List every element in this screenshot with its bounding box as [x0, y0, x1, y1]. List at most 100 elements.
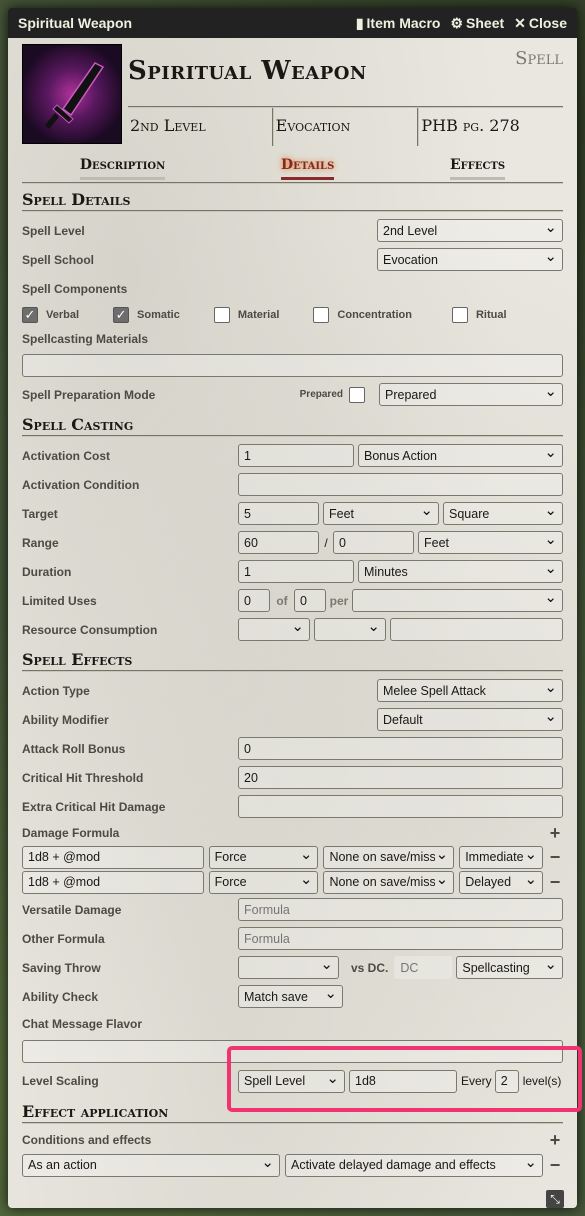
condition-action-select[interactable]: Activate delayed damage and effects	[285, 1153, 543, 1177]
spell-portrait[interactable]	[22, 44, 122, 144]
damage-formula-label: Damage Formula	[22, 826, 120, 840]
spell-level-label: Spell Level	[22, 223, 85, 238]
level-scaling-label: Level Scaling	[22, 1074, 99, 1088]
versatile-input[interactable]	[238, 898, 563, 921]
spell-summary: 2nd Level Evocation PHB pg. 278	[128, 106, 563, 146]
extra-crit-label: Extra Critical Hit Damage	[22, 799, 166, 814]
header-info: Spiritual Weapon Spell 2nd Level Evocati…	[122, 44, 563, 146]
damage-formula-input[interactable]	[22, 845, 204, 869]
file-icon: ▮	[355, 14, 364, 31]
resource-type-select[interactable]	[238, 618, 310, 641]
activation-type-select[interactable]: Bonus Action	[358, 444, 563, 467]
scaling-levels-label: level(s)	[522, 1074, 562, 1088]
action-type-select[interactable]: Melee Spell Attack	[377, 679, 563, 702]
flavor-input[interactable]	[22, 1040, 563, 1063]
row-action-type: Action Type Melee Spell Attack	[22, 676, 563, 705]
activation-condition-label: Activation Condition	[22, 477, 140, 492]
ability-modifier-select[interactable]: Default	[377, 708, 563, 731]
dc-input[interactable]	[394, 956, 453, 979]
target-units-select-wrap: Feet	[323, 501, 439, 525]
spell-school-select[interactable]: Evocation	[377, 248, 563, 271]
row-target: Target Feet Square	[22, 499, 563, 528]
condition-trigger-select[interactable]: As an action	[22, 1153, 280, 1177]
ability-check-select[interactable]: Match save	[238, 985, 343, 1008]
resource-target-select[interactable]	[314, 618, 386, 641]
add-damage-icon[interactable]: +	[547, 823, 563, 844]
tab-details[interactable]: Details	[280, 153, 335, 180]
summary-source[interactable]: PHB pg. 278	[417, 108, 563, 146]
spell-name[interactable]: Spiritual Weapon	[128, 56, 563, 86]
tab-effects[interactable]: Effects	[450, 153, 506, 180]
duration-value-input[interactable]	[238, 560, 354, 583]
resource-target-select-wrap	[314, 617, 386, 641]
damage-type-select[interactable]: Force	[208, 845, 319, 869]
resource-amount-input[interactable]	[390, 618, 563, 641]
target-type-select[interactable]: Square	[443, 502, 563, 525]
dc-mode-select[interactable]: Spellcasting	[456, 956, 563, 979]
damage-formula-input[interactable]	[22, 870, 204, 894]
row-crit-threshold: Critical Hit Threshold	[22, 763, 563, 792]
prepared-checkbox[interactable]	[349, 386, 365, 403]
damage-save-select[interactable]: None on save/miss	[323, 845, 455, 869]
activation-condition-input[interactable]	[238, 473, 563, 496]
row-level-scaling: Level Scaling Spell Level Every level(s)	[22, 1066, 563, 1096]
damage-type-select[interactable]: Force	[208, 870, 319, 894]
item-macro-button[interactable]: ▮ Item Macro	[356, 15, 441, 32]
remove-damage-icon[interactable]: −	[547, 847, 563, 868]
materials-label: Spellcasting Materials	[22, 332, 149, 346]
verbal-checkbox[interactable]: ✓ Verbal	[22, 307, 79, 323]
row-range: Range / Feet	[22, 528, 563, 557]
range-value-input[interactable]	[238, 531, 319, 554]
material-label: Material	[237, 309, 280, 321]
gear-icon: ⚙	[450, 14, 464, 31]
damage-save-select[interactable]: None on save/miss	[323, 870, 455, 894]
concentration-checkbox[interactable]: Concentration	[313, 307, 412, 323]
tab-description[interactable]: Description	[79, 153, 166, 180]
target-value-input[interactable]	[238, 502, 319, 525]
spell-level-select[interactable]: 2nd Level	[377, 219, 563, 242]
saving-throw-label: Saving Throw	[22, 960, 101, 975]
close-button[interactable]: ✕ Close	[514, 15, 567, 32]
materials-input[interactable]	[22, 354, 563, 377]
row-versatile: Versatile Damage	[22, 895, 563, 924]
range-units-select[interactable]: Feet	[418, 531, 563, 554]
uses-max-input[interactable]	[294, 589, 326, 612]
other-formula-input[interactable]	[238, 927, 563, 950]
scaling-step-input[interactable]	[494, 1069, 519, 1093]
crit-threshold-input[interactable]	[238, 766, 563, 789]
damage-row: Force None on save/miss Immediate −	[22, 845, 563, 869]
row-activation-condition: Activation Condition	[22, 470, 563, 499]
condition-action-select-wrap: Activate delayed damage and effects	[285, 1153, 543, 1177]
somatic-checkbox[interactable]: ✓ Somatic	[113, 307, 180, 323]
attack-bonus-input[interactable]	[238, 737, 563, 760]
damage-timing-select[interactable]: Immediate	[459, 845, 544, 869]
uses-period-select[interactable]	[352, 589, 563, 612]
scaling-formula-input[interactable]	[349, 1069, 457, 1093]
add-condition-icon[interactable]: +	[547, 1130, 563, 1151]
ability-check-select-wrap: Match save	[238, 984, 343, 1008]
resize-handle-icon[interactable]: ⤡	[546, 1190, 564, 1208]
uses-value-input[interactable]	[238, 589, 270, 612]
versatile-label: Versatile Damage	[22, 902, 122, 917]
target-units-select[interactable]: Feet	[323, 502, 439, 525]
range-long-input[interactable]	[333, 531, 414, 554]
close-label: Close	[528, 15, 567, 31]
sheet-button[interactable]: ⚙ Sheet	[450, 15, 504, 32]
activation-cost-input[interactable]	[238, 444, 354, 467]
material-checkbox[interactable]: Material	[213, 307, 280, 323]
ritual-checkbox[interactable]: Ritual	[451, 307, 507, 323]
damage-timing-select[interactable]: Delayed	[459, 870, 544, 894]
duration-units-select[interactable]: Minutes	[358, 560, 563, 583]
remove-damage-icon[interactable]: −	[547, 872, 563, 893]
remove-condition-icon[interactable]: −	[547, 1155, 563, 1176]
check-icon: ✓	[22, 307, 38, 323]
activation-type-select-wrap: Bonus Action	[358, 443, 563, 467]
item-sheet-window: Spiritual Weapon ▮ Item Macro ⚙ Sheet ✕ Clo…	[8, 8, 577, 1208]
save-ability-select[interactable]	[238, 956, 339, 979]
window-titlebar[interactable]: Spiritual Weapon ▮ Item Macro ⚙ Sheet ✕ Clo…	[8, 8, 577, 38]
spell-type: Spell	[515, 48, 563, 69]
action-type-select-wrap: Melee Spell Attack	[377, 678, 563, 702]
scaling-mode-select[interactable]: Spell Level	[238, 1069, 345, 1093]
extra-crit-input[interactable]	[238, 795, 563, 818]
prep-mode-select[interactable]: Prepared	[379, 383, 563, 406]
